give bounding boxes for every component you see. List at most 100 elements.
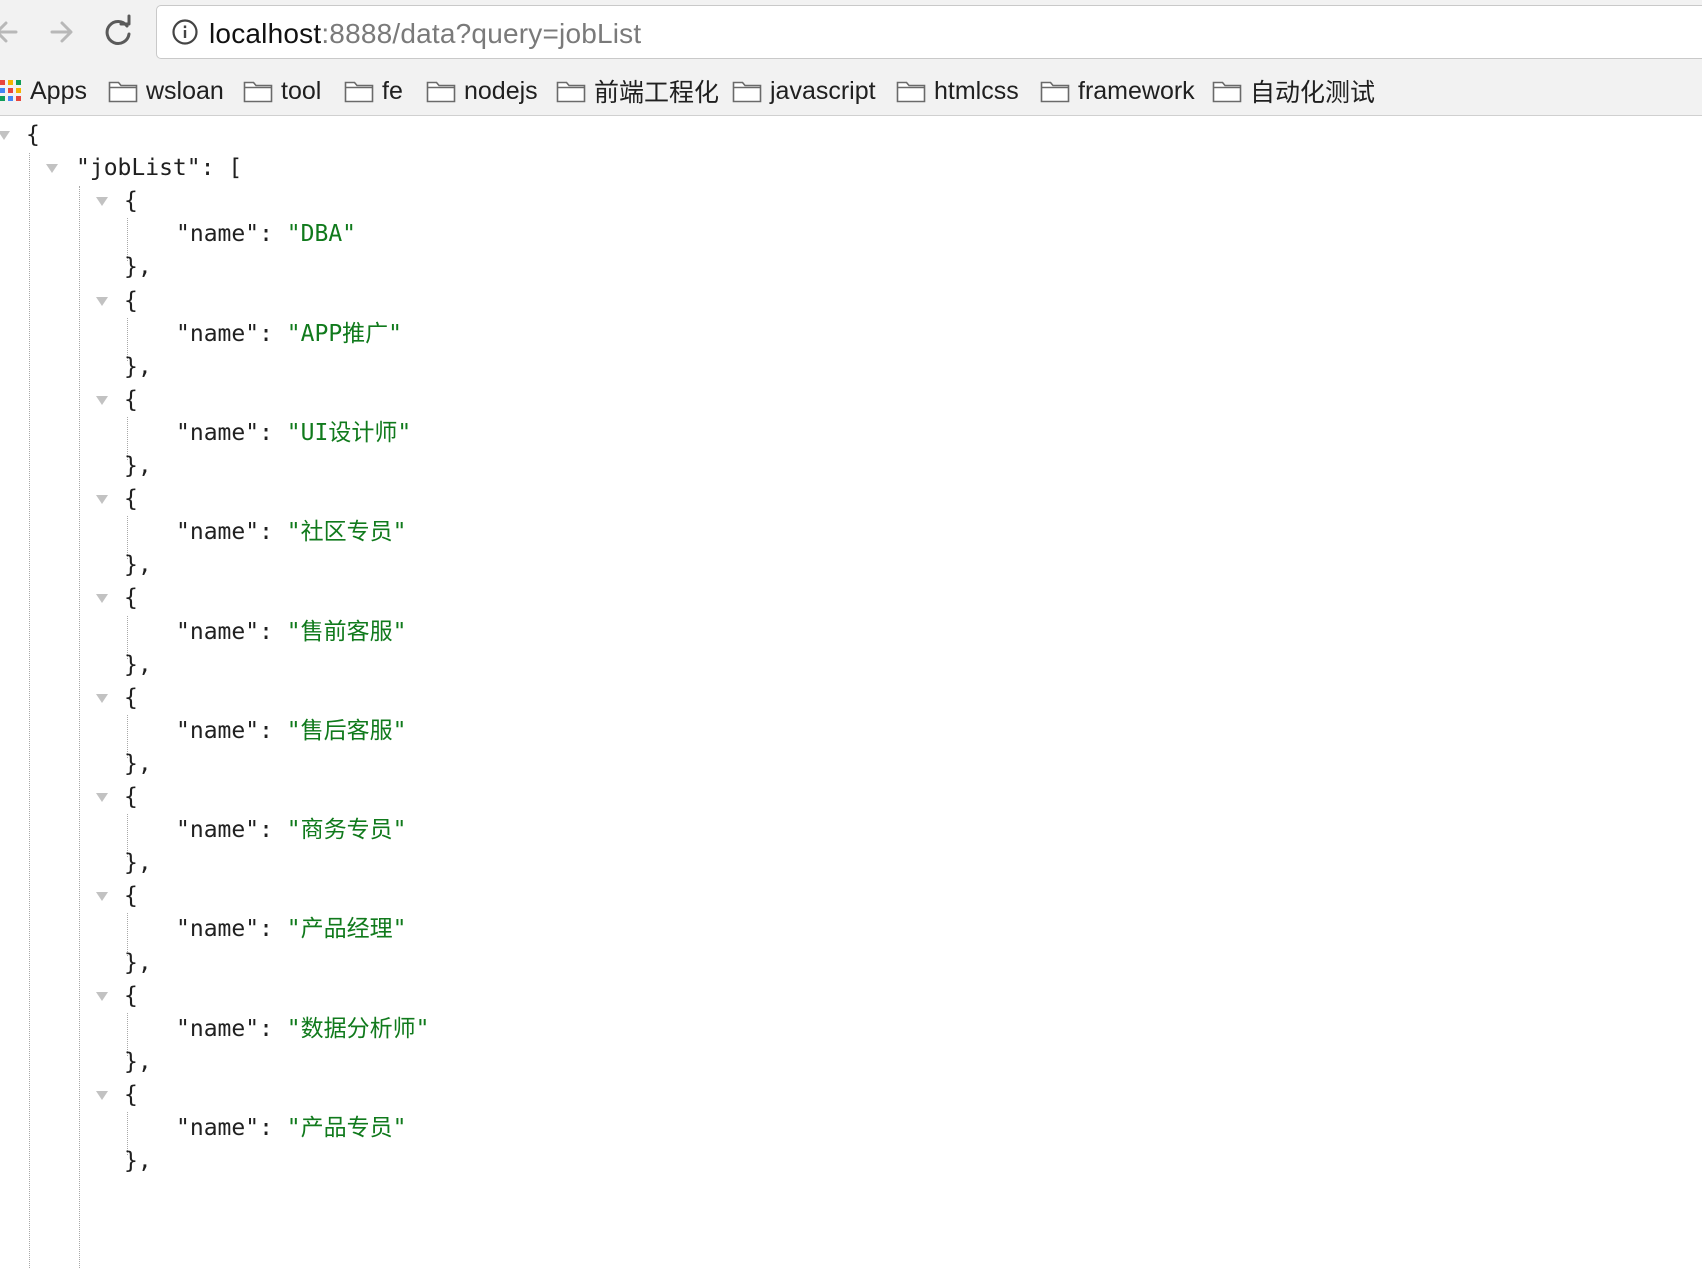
json-punct: : xyxy=(259,519,287,546)
brace-open: { xyxy=(124,1081,138,1108)
browser-toolbar: localhost:8888/data?query=jobList xyxy=(0,0,1702,66)
bookmark-folder-8[interactable]: framework xyxy=(1040,66,1195,116)
json-item-close: }, xyxy=(124,746,152,782)
json-item-entry: "name": "售后客服" xyxy=(176,713,407,749)
collapse-item-toggle[interactable] xyxy=(94,491,110,507)
json-key: "name" xyxy=(176,519,260,546)
brace-close: }, xyxy=(124,750,152,777)
json-key: "name" xyxy=(176,320,260,347)
json-item-entry: "name": "数据分析师" xyxy=(176,1011,430,1047)
bookmark-folder-5[interactable]: 前端工程化 xyxy=(556,66,719,116)
apps-grid-icon xyxy=(0,80,22,102)
bookmark-folder-3[interactable]: fe xyxy=(344,66,403,116)
json-punct: : xyxy=(259,1115,287,1141)
collapse-joblist-toggle[interactable] xyxy=(44,160,60,176)
collapse-item-toggle[interactable] xyxy=(94,988,110,1004)
json-punct: : xyxy=(259,320,287,347)
json-item-open: { xyxy=(124,183,138,219)
json-item-close: }, xyxy=(124,945,152,981)
json-punct: : xyxy=(259,817,287,844)
bookmark-label: htmlcss xyxy=(934,76,1019,105)
json-string-value: "商务专员" xyxy=(286,817,407,844)
json-item-entry: "name": "社区专员" xyxy=(176,514,407,550)
json-item-close: }, xyxy=(124,1143,152,1179)
collapse-item-toggle[interactable] xyxy=(94,1087,110,1103)
json-string-value: "APP推广" xyxy=(286,320,403,347)
json-punct: : xyxy=(259,221,287,248)
bookmark-label: Apps xyxy=(30,76,87,105)
folder-icon xyxy=(896,79,926,103)
brace-close: }, xyxy=(124,651,152,678)
json-key: "name" xyxy=(176,717,260,744)
address-url[interactable]: localhost:8888/data?query=jobList xyxy=(209,19,641,49)
json-key: "name" xyxy=(176,817,260,844)
bookmark-folder-1[interactable]: wsloan xyxy=(108,66,224,116)
bookmark-apps[interactable]: Apps xyxy=(0,66,87,116)
reload-button[interactable] xyxy=(96,10,140,54)
json-item-entry: "name": "APP推广" xyxy=(176,316,402,352)
json-item-open: { xyxy=(124,283,138,319)
collapse-item-toggle[interactable] xyxy=(94,789,110,805)
arrow-right-icon xyxy=(50,21,73,43)
json-string-value: "产品经理" xyxy=(286,916,407,943)
back-button[interactable] xyxy=(0,10,30,54)
json-item-close: }, xyxy=(124,249,152,285)
collapse-root-toggle[interactable] xyxy=(0,127,12,143)
collapse-item-toggle[interactable] xyxy=(94,888,110,904)
brace-close: }, xyxy=(124,850,152,877)
brace-open: { xyxy=(124,486,138,513)
json-item-entry: "name": "UI设计师" xyxy=(176,415,411,451)
json-string-value: "UI设计师" xyxy=(286,419,412,446)
brace-open: { xyxy=(124,784,138,810)
folder-icon xyxy=(732,79,762,103)
json-item-open: { xyxy=(124,580,138,616)
collapse-item-toggle[interactable] xyxy=(94,590,110,606)
json-string-value: "社区专员" xyxy=(286,519,407,546)
info-icon[interactable] xyxy=(171,18,199,46)
address-bar[interactable]: localhost:8888/data?query=jobList xyxy=(156,5,1702,59)
collapse-item-toggle[interactable] xyxy=(94,293,110,309)
folder-icon xyxy=(1212,79,1242,103)
forward-button[interactable] xyxy=(40,10,84,54)
json-item-open: { xyxy=(124,680,138,716)
json-string-value: "产品专员" xyxy=(286,1115,407,1141)
brace-close: }, xyxy=(124,453,152,479)
collapse-item-toggle[interactable] xyxy=(94,392,110,408)
json-punct: : xyxy=(259,717,287,744)
json-punct: : [ xyxy=(200,155,243,182)
bookmark-folder-7[interactable]: htmlcss xyxy=(896,66,1019,116)
json-string-value: "DBA" xyxy=(286,221,357,248)
json-item-close: }, xyxy=(124,547,152,583)
brace-close: }, xyxy=(124,1148,152,1175)
bookmark-label: nodejs xyxy=(464,76,538,105)
folder-icon xyxy=(426,79,456,103)
bookmark-label: wsloan xyxy=(146,76,224,105)
bookmark-label: 自动化测试 xyxy=(1250,79,1376,107)
root-indent-guide xyxy=(29,153,30,1268)
bookmark-folder-2[interactable]: tool xyxy=(243,66,321,116)
brace-close: }, xyxy=(124,1048,152,1075)
json-item-entry: "name": "DBA" xyxy=(176,216,356,252)
folder-icon xyxy=(556,79,586,103)
json-item-open: { xyxy=(124,481,138,517)
folder-icon xyxy=(344,79,374,103)
joblist-indent-guide xyxy=(79,186,80,1268)
brace-close: }, xyxy=(124,353,152,380)
bookmark-folder-4[interactable]: nodejs xyxy=(426,66,538,116)
bookmark-folder-9[interactable]: 自动化测试 xyxy=(1212,66,1375,116)
json-string-value: "售后客服" xyxy=(286,717,407,744)
brace-open: { xyxy=(26,122,40,148)
json-item-close: }, xyxy=(124,448,152,484)
brace-open: { xyxy=(124,188,138,215)
json-item-close: }, xyxy=(124,845,152,881)
json-punct: : xyxy=(259,1015,287,1042)
collapse-item-toggle[interactable] xyxy=(94,690,110,706)
brace-open: { xyxy=(124,684,138,711)
collapse-item-toggle[interactable] xyxy=(94,193,110,209)
bookmark-folder-6[interactable]: javascript xyxy=(732,66,876,116)
json-root-open: { xyxy=(26,117,40,153)
json-item-close: }, xyxy=(124,349,152,385)
url-path: :8888/data?query=jobList xyxy=(321,18,642,49)
json-item-close: }, xyxy=(124,647,152,683)
brace-close: }, xyxy=(124,254,152,281)
